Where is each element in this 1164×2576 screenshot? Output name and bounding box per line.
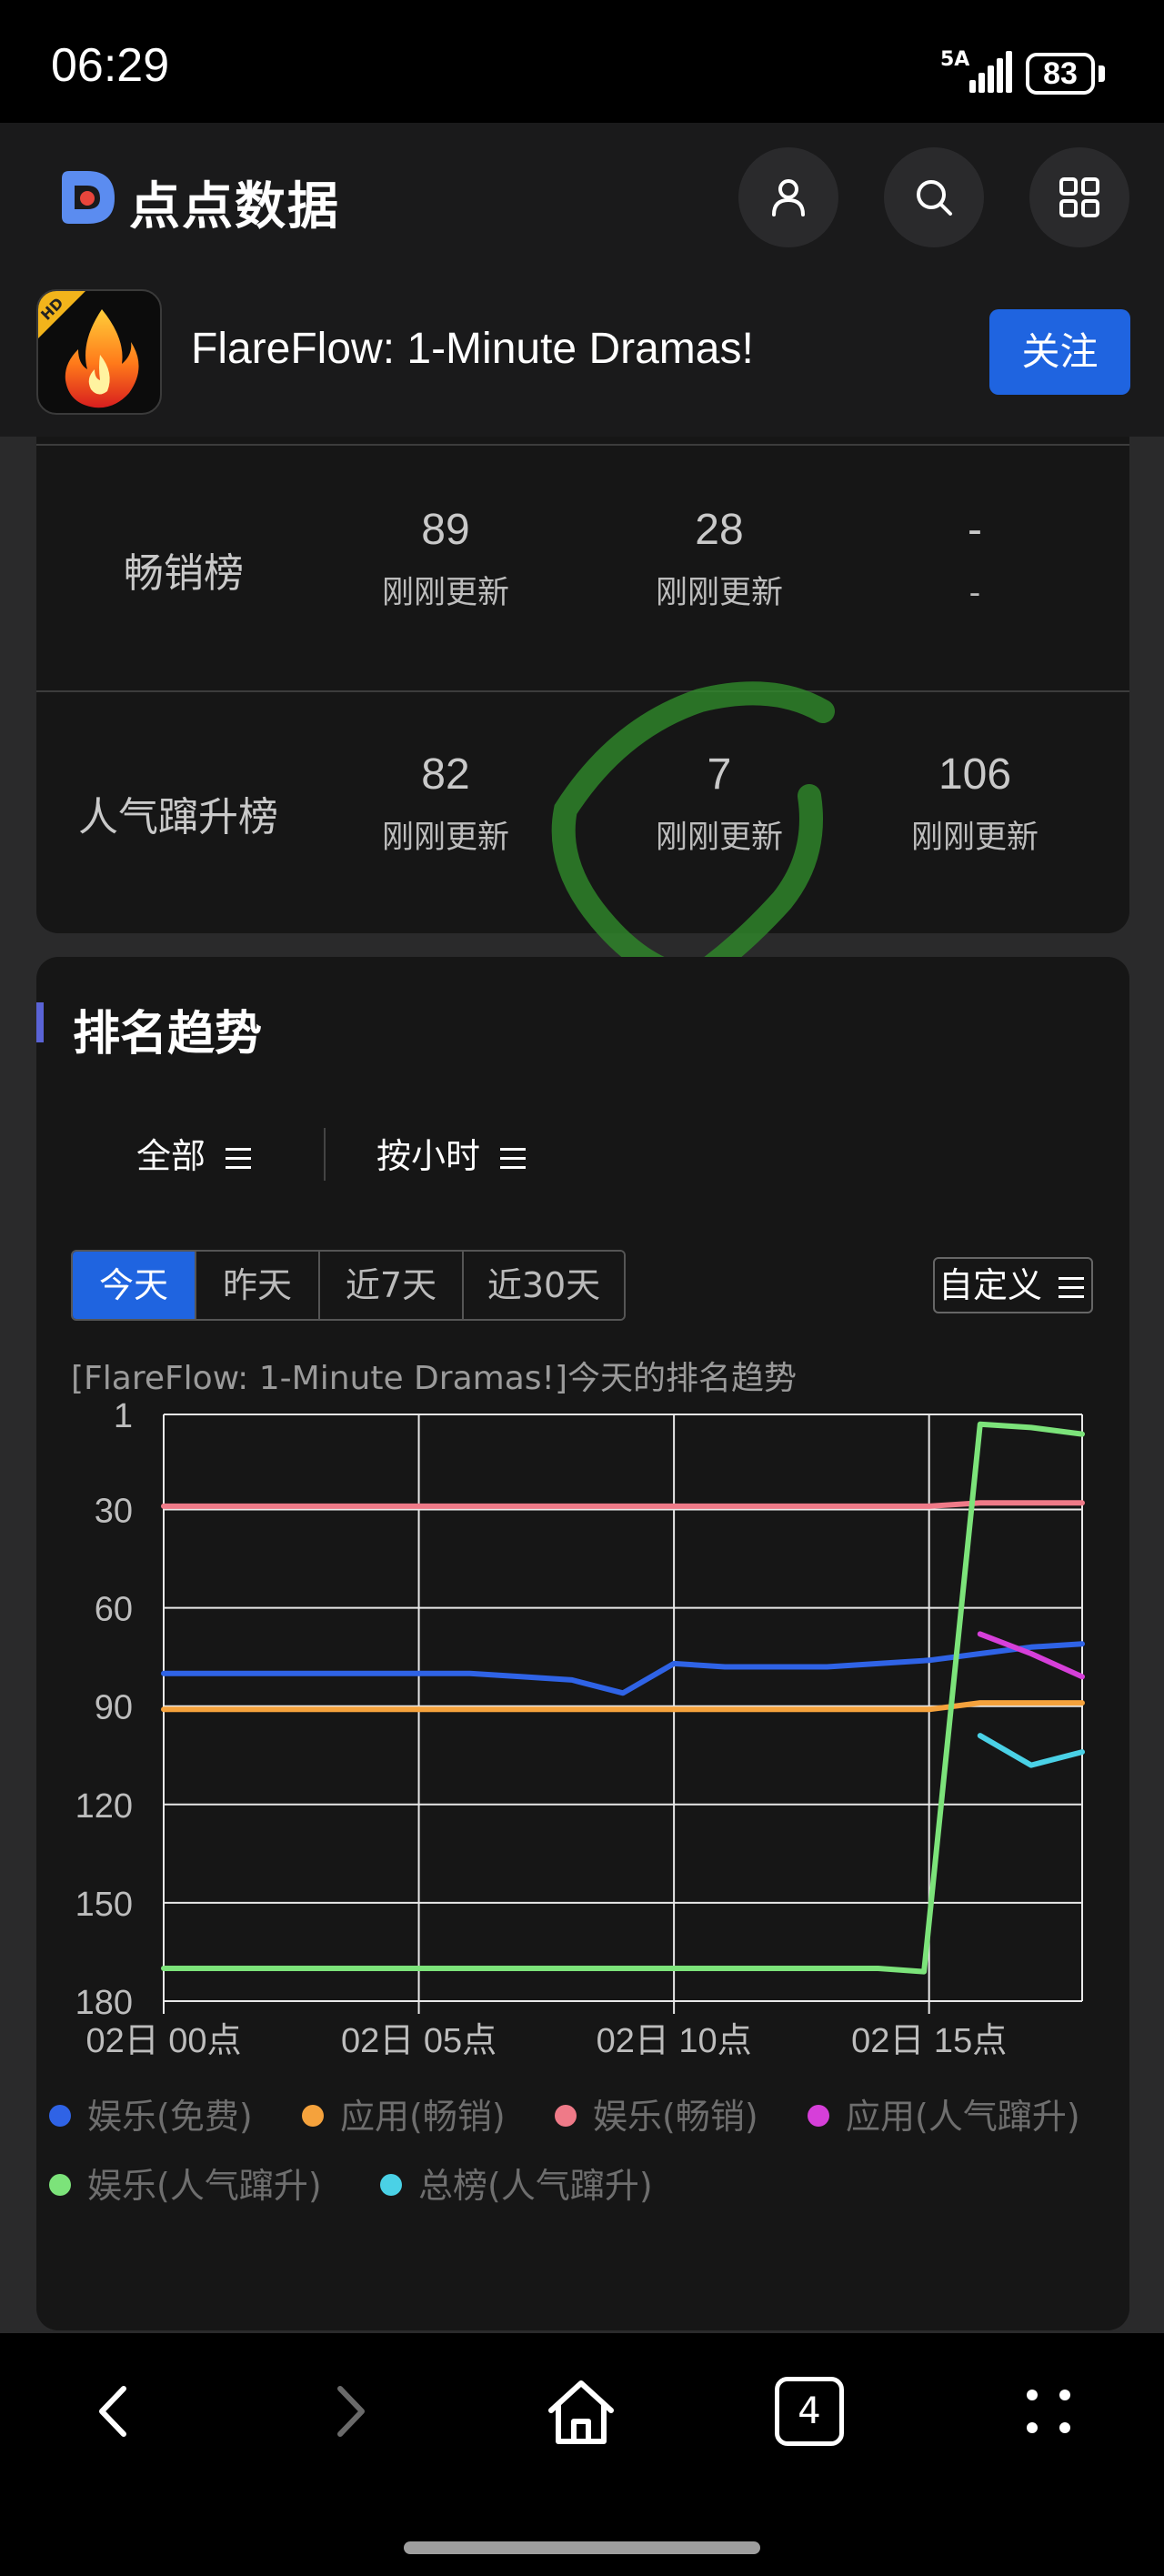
y-tick-label: 30	[95, 1492, 133, 1530]
rank-status: 刚刚更新	[910, 820, 1039, 856]
y-tick-label: 180	[75, 1984, 133, 2022]
menu-icon	[1059, 1273, 1085, 1303]
home-indicator	[404, 2541, 760, 2554]
signal-icon	[969, 51, 1013, 93]
user-icon	[772, 179, 805, 216]
rank-status: 刚刚更新	[655, 575, 783, 611]
legend-swatch	[49, 2104, 71, 2127]
legend-swatch	[49, 2173, 71, 2196]
section-title: 排名趋势	[73, 1007, 263, 1062]
x-tick-label: 02日 10点	[597, 2022, 752, 2060]
menu-icon	[500, 1144, 527, 1173]
custom-range-button[interactable]: 自定义	[933, 1257, 1093, 1313]
legend-label: 应用(畅销)	[340, 2097, 506, 2137]
section-accent	[36, 1002, 44, 1042]
row-label-trending: 人气蹿升榜	[78, 794, 278, 840]
rank-value: -	[968, 506, 982, 554]
status-time: 06:29	[51, 39, 170, 92]
interval-filter[interactable]: 按小时	[376, 1128, 527, 1178]
battery-icon: 83	[1026, 53, 1095, 95]
legend-item[interactable]: 娱乐(免费)	[49, 2088, 253, 2138]
rank-cell[interactable]: 28 刚刚更新	[601, 503, 838, 616]
series-line-3	[161, 1500, 1085, 1509]
y-tick-label: 1	[114, 1397, 133, 1435]
user-button[interactable]	[738, 147, 838, 247]
x-tick-label: 02日 05点	[341, 2022, 497, 2060]
home-icon[interactable]	[540, 2370, 622, 2452]
rank-value: 28	[695, 506, 744, 554]
follow-button[interactable]: 关注	[989, 309, 1130, 395]
legend-swatch	[380, 2173, 402, 2196]
x-tick-label: 02日 15点	[851, 2022, 1007, 2060]
rank-value: 89	[421, 506, 470, 554]
apps-button[interactable]	[1029, 147, 1129, 247]
rank-status: 刚刚更新	[381, 575, 509, 611]
rank-status: -	[968, 575, 981, 611]
rank-value: 82	[421, 750, 470, 799]
menu-icon	[226, 1144, 252, 1173]
series-line-6	[977, 1733, 1085, 1768]
row-label-bestseller: 畅销榜	[124, 550, 244, 597]
legend-label: 娱乐(免费)	[87, 2097, 253, 2137]
search-icon	[917, 180, 952, 216]
rank-trend-chart[interactable]: 1 30 60 90 120 150 18002日 00点 02日 05点 02日 10点 02日…	[36, 1392, 1129, 2083]
series-line-4	[977, 1631, 1085, 1680]
legend-item[interactable]: 应用(畅销)	[302, 2088, 506, 2138]
rank-cell[interactable]: 106 刚刚更新	[857, 748, 1093, 860]
category-filter[interactable]: 全部	[136, 1128, 252, 1178]
legend-swatch	[555, 2104, 577, 2127]
custom-range-label: 自定义	[938, 1265, 1043, 1305]
row-divider	[36, 444, 1129, 446]
legend-item[interactable]: 娱乐(畅销)	[555, 2088, 758, 2138]
app-title: FlareFlow: 1-Minute Dramas!	[191, 325, 754, 373]
y-tick-label: 60	[95, 1591, 133, 1629]
y-tick-label: 120	[75, 1787, 133, 1826]
brand-name[interactable]: 点点数据	[129, 166, 340, 239]
date-range-tabs: 今天 昨天 近7天 近30天	[71, 1250, 626, 1321]
y-tick-label: 90	[95, 1689, 133, 1727]
status-bar: 06:29 5A 83	[0, 0, 1164, 123]
rank-value: 106	[938, 750, 1012, 799]
legend-item[interactable]: 应用(人气蹿升)	[808, 2088, 1080, 2138]
legend-item[interactable]: 总榜(人气蹿升)	[380, 2158, 653, 2208]
tab-30days[interactable]: 近30天	[464, 1252, 624, 1319]
search-button[interactable]	[884, 147, 984, 247]
category-filter-label: 全部	[136, 1136, 206, 1176]
tab-yesterday[interactable]: 昨天	[196, 1252, 320, 1319]
filter-divider	[324, 1128, 326, 1181]
rank-cell[interactable]: 89 刚刚更新	[327, 503, 564, 616]
legend-label: 应用(人气蹿升)	[846, 2097, 1080, 2137]
rank-cell[interactable]: - -	[857, 503, 1093, 616]
legend-item[interactable]: 娱乐(人气蹿升)	[49, 2158, 322, 2208]
back-icon[interactable]	[73, 2370, 155, 2452]
battery-tip	[1099, 65, 1105, 82]
rank-cell[interactable]: 82 刚刚更新	[327, 748, 564, 860]
x-tick-label: 02日 00点	[85, 2022, 241, 2060]
legend-swatch	[808, 2104, 829, 2127]
more-icon[interactable]	[1008, 2370, 1089, 2452]
interval-filter-label: 按小时	[376, 1136, 481, 1176]
tab-today[interactable]: 今天	[73, 1252, 196, 1319]
app-icon: HD	[36, 289, 162, 415]
network-indicator: 5A	[940, 48, 970, 71]
legend-label: 娱乐(畅销)	[593, 2097, 758, 2137]
tab-7days[interactable]: 近7天	[320, 1252, 464, 1319]
legend-label: 娱乐(人气蹿升)	[87, 2166, 322, 2206]
brand-logo-icon[interactable]	[55, 166, 122, 229]
forward-icon[interactable]	[309, 2370, 391, 2452]
tabs-count-button[interactable]: 4	[775, 2377, 844, 2446]
series-line-1	[161, 1641, 1085, 1696]
rank-status: 刚刚更新	[381, 820, 509, 856]
grid-icon	[1059, 177, 1099, 217]
legend-swatch	[302, 2104, 324, 2127]
y-tick-label: 150	[75, 1886, 133, 1924]
legend-label: 总榜(人气蹿升)	[418, 2166, 653, 2206]
